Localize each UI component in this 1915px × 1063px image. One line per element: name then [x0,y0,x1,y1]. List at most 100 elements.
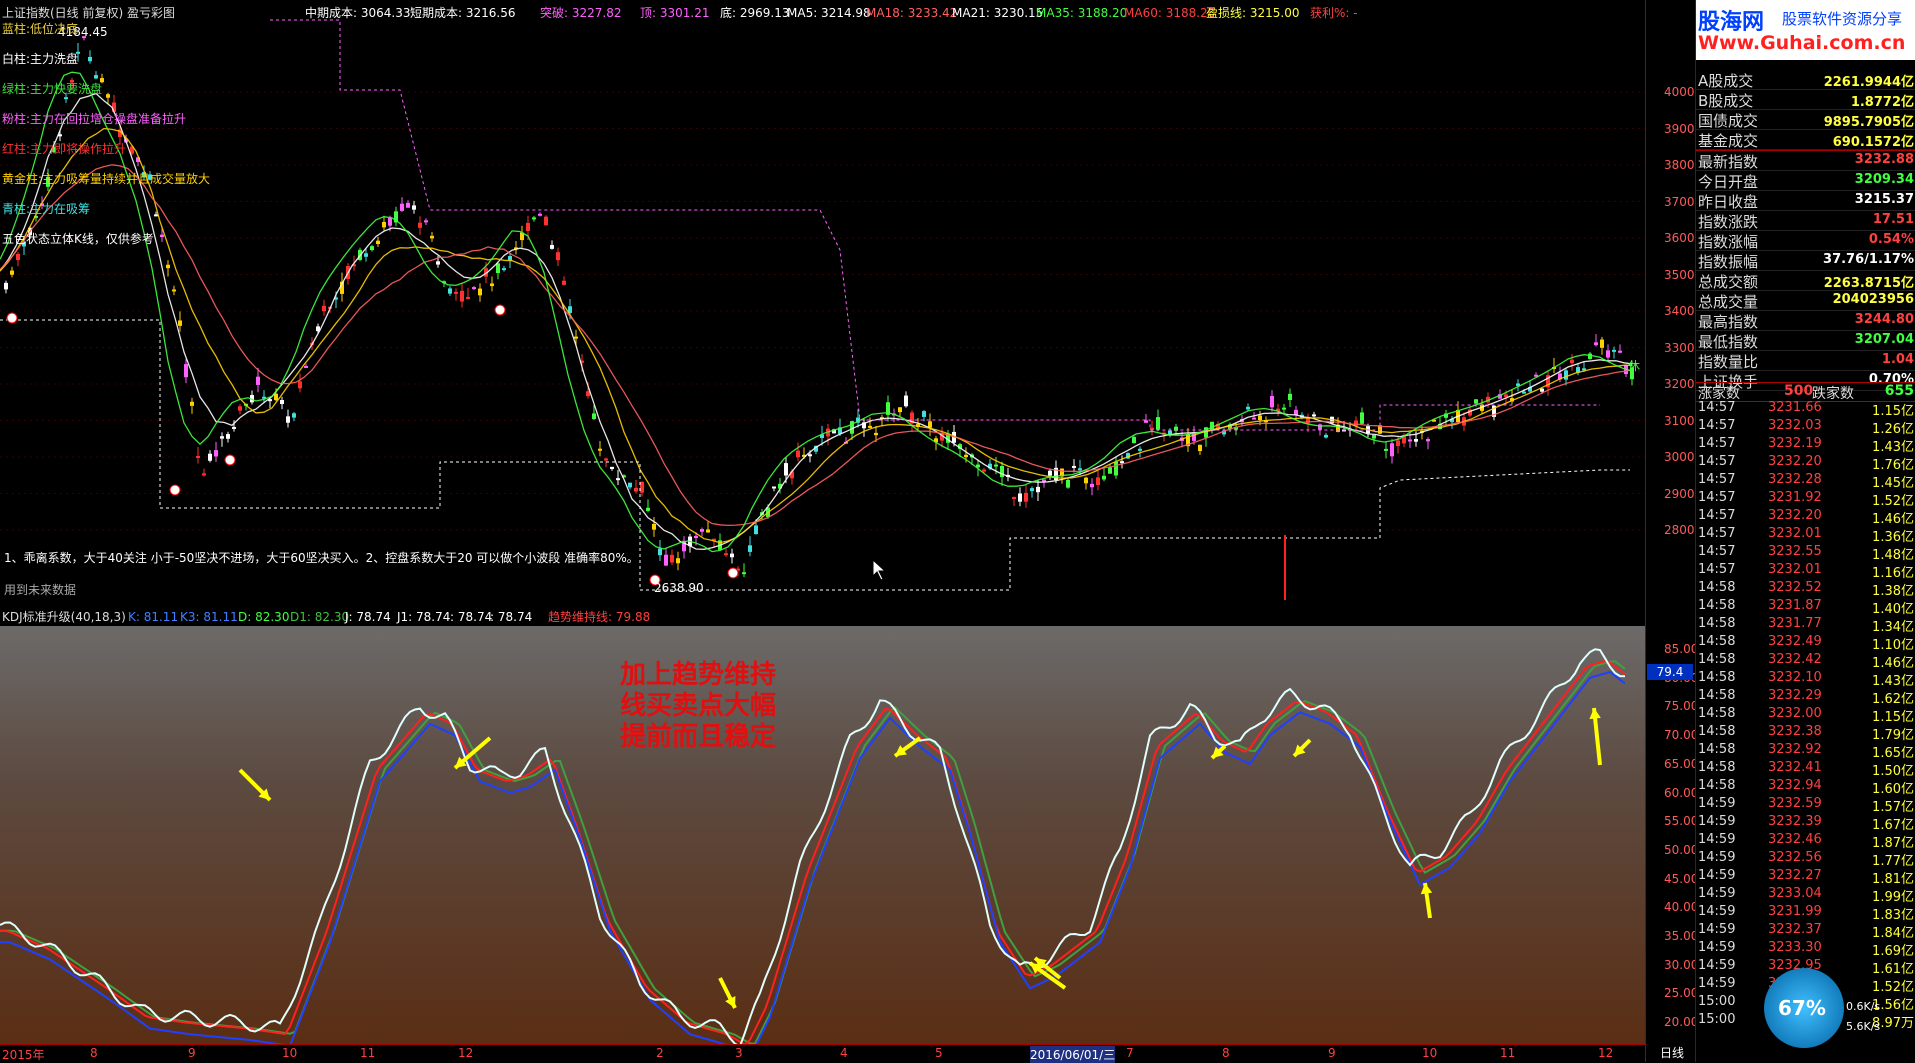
kdj-d-readout: D: 82.30 [238,610,290,624]
stat-label: 最新指数 [1698,153,1759,171]
y-tick-label: 3500 [1664,267,1695,282]
tick-row: 14:59 3232.39 1.67亿 [1696,814,1915,833]
indicator-header: 上证指数(日线 前复权) 盈亏彩图 中期成本: 3064.33 短期成本: 32… [0,4,1645,22]
tick-volume: 1.43亿 [1872,674,1914,689]
tick-volume: 1.10亿 [1872,638,1914,653]
candle-body [1084,477,1088,484]
candle-body [1390,443,1394,457]
stat-row: 指数涨跌 17.51 [1696,211,1915,231]
candle-body [1072,465,1076,468]
breakout-readout: 突破: 3227.82 [540,6,622,20]
candle-body [610,466,614,470]
tick-price: 3231.92 [1768,490,1822,505]
mouse-cursor-icon [872,558,887,581]
stat-row: A股成交 2261.9944亿 [1696,70,1915,90]
kdj-j2-readout: : 78.74 [450,610,493,624]
stat-row: 最新指数 3232.88 [1696,150,1915,171]
top-readout: 顶: 3301.21 [640,6,710,20]
tick-volume: 1.79亿 [1872,728,1914,743]
stat-value: 0.54% [1868,232,1914,247]
upload-speed: 0.6K/s [1846,1000,1881,1013]
main-price-chart[interactable]: 上证指数(日线 前复权) 盈亏彩图 中期成本: 3064.33 短期成本: 32… [0,0,1645,608]
legend-item: 白柱:主力洗盘 [2,52,79,66]
x-tick-label: 11 [1500,1046,1516,1060]
tick-price: 3232.20 [1768,454,1822,469]
tick-volume: 1.61亿 [1872,962,1914,977]
ma35-readout: MA35: 3188.20 [1036,6,1128,20]
candle-body [1024,492,1028,502]
candle-body [1426,439,1430,442]
tick-time: 14:59 [1698,832,1736,847]
tick-list[interactable]: 14:57 3231.66 1.15亿 14:57 3232.03 1.26亿 14:57 3… [1696,400,1915,1031]
period-label[interactable]: 日线 [1660,1045,1684,1061]
candle-body [700,529,704,532]
candle-body [1018,493,1022,502]
tick-volume: 1.62亿 [1872,692,1914,707]
tick-price: 3232.00 [1768,706,1822,721]
candle-body [1612,349,1616,352]
tick-row: 14:58 3232.92 1.65亿 [1696,742,1915,761]
network-speed-globe-icon[interactable]: 67% [1764,968,1844,1048]
annotation-text: 加上趋势维持 线买卖点大幅 提前而且稳定 [620,660,776,753]
guhai-logo: 股海网 股票软件资源分享 Www.Guhai.com.cn [1696,0,1915,60]
candle-body [490,283,494,287]
tick-row: 14:59 3231.99 1.83亿 [1696,904,1915,923]
candle-body [1096,477,1100,486]
tick-row: 14:58 3232.38 1.79亿 [1696,724,1915,743]
candle-body [1396,440,1400,447]
tick-row: 14:57 3232.01 1.36亿 [1696,526,1915,545]
candle-body [184,364,188,378]
kdj-canvas[interactable] [0,608,1645,1044]
bottom-readout: 底: 2969.13 [720,6,790,20]
up-count-value: 500 [1784,383,1814,399]
candle-body [1594,342,1598,346]
legend-item: 黄金柱:主力吸筹量持续并且成交量放大 [2,172,211,186]
candlestick-canvas[interactable] [0,0,1645,608]
kdj-line [0,648,1626,1044]
candle-body [226,434,230,439]
tick-row: 14:57 3231.66 1.15亿 [1696,400,1915,419]
candle-body [676,558,680,564]
stat-label: 昨日收盘 [1698,193,1759,211]
moving-average-line [0,127,1632,544]
tick-price: 3232.46 [1768,832,1822,847]
kdj-k3-readout: K3: 81.11 [180,610,238,624]
tick-volume: 1.46亿 [1872,656,1914,671]
candle-body [1360,412,1364,424]
candle-body [1198,444,1202,452]
stat-value: 3215.37 [1854,192,1914,207]
tick-row: 14:58 3232.10 1.43亿 [1696,670,1915,689]
tick-volume: 1.45亿 [1872,476,1914,491]
tick-price: 3232.42 [1768,652,1822,667]
stat-label: 今日开盘 [1698,173,1759,191]
kdj-y-tick-label: 30.00 [1664,957,1699,972]
tick-volume: 1.52亿 [1872,980,1914,995]
stat-label: 指数涨幅 [1698,233,1759,251]
tick-row: 14:57 3231.92 1.52亿 [1696,490,1915,509]
y-tick-label: 2800 [1664,523,1695,537]
tick-volume: 1.16亿 [1872,566,1914,581]
candle-body [274,393,278,401]
tick-time: 14:58 [1698,688,1736,703]
candle-body [754,525,758,535]
candle-body [406,202,410,208]
tick-price: 3232.94 [1768,778,1822,793]
tick-price: 3232.20 [1768,508,1822,523]
kdj-indicator-panel[interactable] [0,608,1645,1044]
tick-row: 14:58 3231.87 1.40亿 [1696,598,1915,617]
tick-time: 14:59 [1698,922,1736,937]
tick-row: 14:57 3232.20 1.46亿 [1696,508,1915,527]
x-tick-label: 9 [188,1046,196,1060]
stat-label: A股成交 [1698,72,1754,90]
candle-body [1606,350,1610,358]
tick-row: 14:58 3232.29 1.62亿 [1696,688,1915,707]
tick-volume: 1.67亿 [1872,818,1914,833]
candle-body [436,261,440,265]
tick-time: 15:00 [1698,994,1736,1009]
tick-price: 3232.59 [1768,796,1822,811]
stat-value: 3209.34 [1854,172,1914,187]
date-x-axis[interactable]: 2015年 8 9 10 11 12 2 3 4 5 2016/06/01/三 7 8 9 10 11 12 [0,1044,1645,1063]
tick-row: 14:59 3232.27 1.81亿 [1696,868,1915,887]
candle-body [748,545,752,552]
tick-row: 14:58 3232.00 1.15亿 [1696,706,1915,725]
